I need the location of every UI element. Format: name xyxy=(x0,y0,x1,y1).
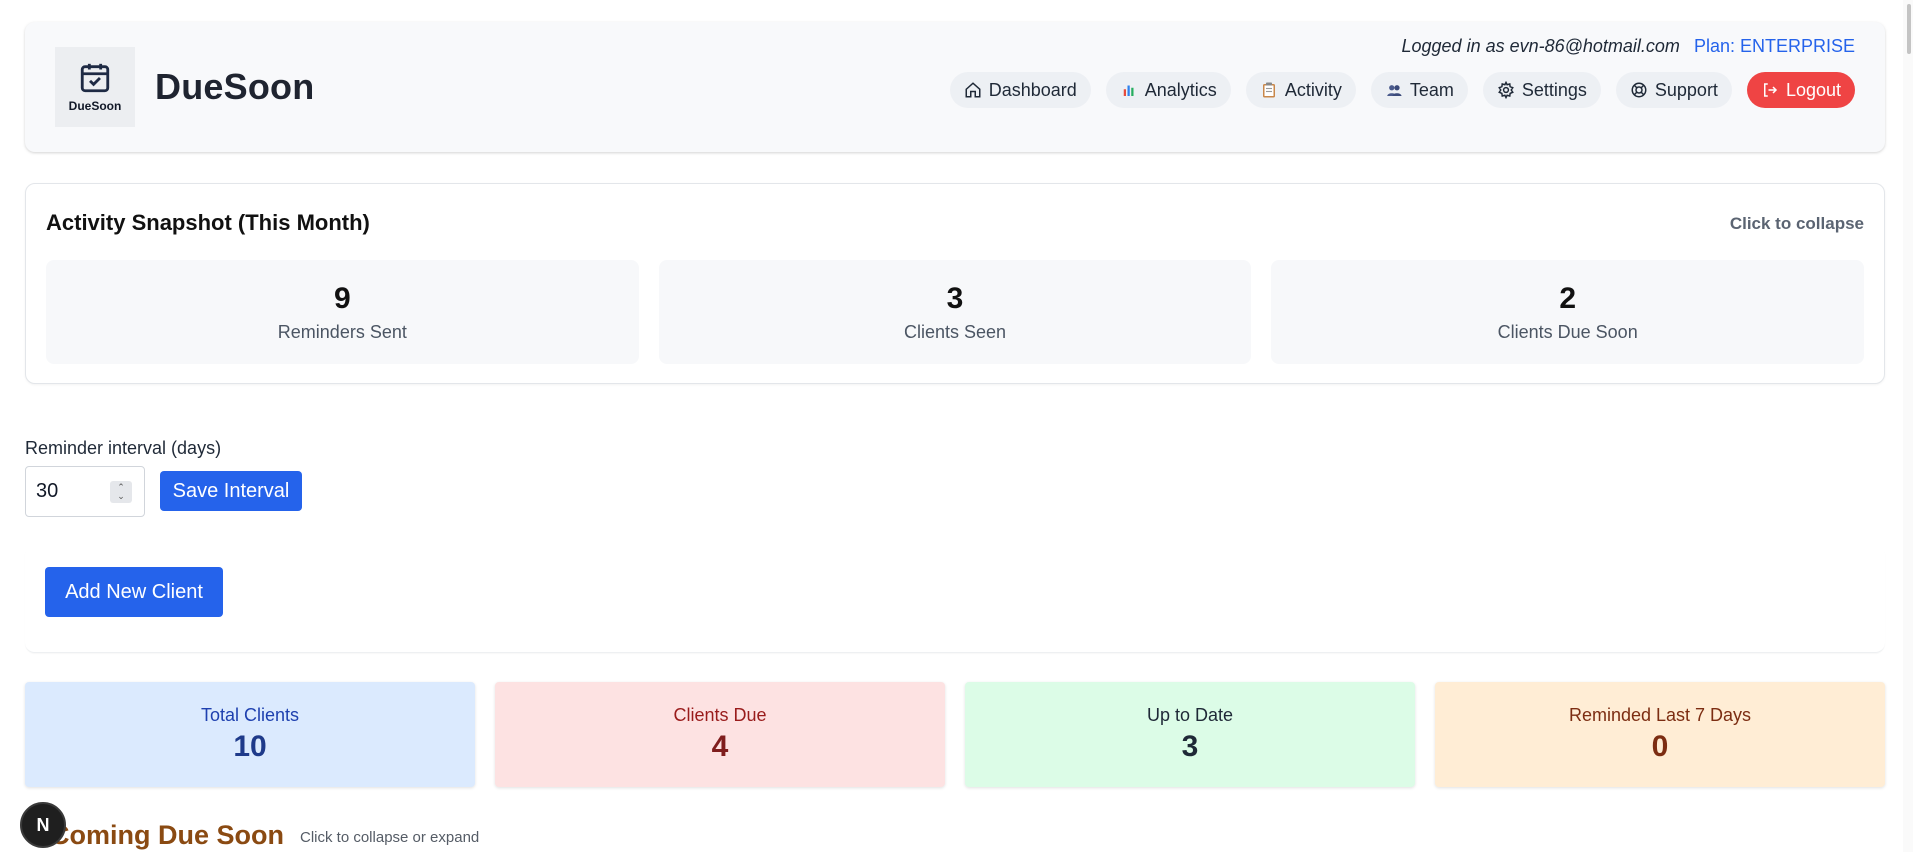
stat-value: 3 xyxy=(1181,730,1199,763)
nav-analytics[interactable]: Analytics xyxy=(1105,72,1231,108)
dev-tools-badge[interactable]: N xyxy=(20,802,66,848)
logo[interactable]: DueSoon xyxy=(55,47,135,127)
stat-label: Up to Date xyxy=(1146,705,1234,725)
scrollbar-thumb[interactable] xyxy=(1907,4,1911,54)
snapshot-value: 2 xyxy=(1559,281,1577,315)
upcoming-title[interactable]: Coming Due Soon xyxy=(50,820,284,851)
interval-label: Reminder interval (days) xyxy=(25,438,222,458)
scrollbar[interactable] xyxy=(1903,0,1913,852)
snapshot-label: Reminders Sent xyxy=(277,321,407,342)
snapshot-card-due-soon: 2 Clients Due Soon xyxy=(1271,260,1865,364)
stat-reminded-last-7-days[interactable]: Reminded Last 7 Days 0 xyxy=(1435,682,1885,787)
stat-value: 4 xyxy=(711,730,729,763)
upcoming-hint: Click to collapse or expand xyxy=(300,829,480,846)
lifebuoy-icon xyxy=(1631,82,1647,98)
people-icon xyxy=(1387,85,1402,96)
nav-dashboard[interactable]: Dashboard xyxy=(949,72,1091,108)
calendar-check-icon xyxy=(80,63,110,93)
clipboard-icon xyxy=(1262,82,1275,98)
nav-label: Logout xyxy=(1785,79,1841,100)
add-client-button[interactable]: Add New Client xyxy=(45,567,223,617)
nav-support[interactable]: Support xyxy=(1615,72,1732,108)
nav-team[interactable]: Team xyxy=(1370,72,1468,108)
stat-label: Total Clients xyxy=(200,705,300,725)
stat-label: Reminded Last 7 Days xyxy=(1568,705,1752,725)
snapshot-value: 9 xyxy=(333,281,351,315)
stat-value: 0 xyxy=(1651,730,1669,763)
nav-label: Settings xyxy=(1521,79,1587,100)
snapshot-card-reminders: 9 Reminders Sent xyxy=(46,260,639,364)
activity-snapshot[interactable]: Activity Snapshot (This Month) Click to … xyxy=(25,183,1885,384)
gear-icon xyxy=(1497,81,1514,99)
stat-clients-due[interactable]: Clients Due 4 xyxy=(495,682,945,787)
nav-label: Activity xyxy=(1284,79,1342,100)
snapshot-collapse-toggle[interactable]: Click to collapse xyxy=(1730,214,1864,234)
nav-label: Team xyxy=(1409,79,1454,100)
nav-settings[interactable]: Settings xyxy=(1482,72,1601,108)
bar-chart-icon xyxy=(1122,83,1136,97)
app-header: DueSoon DueSoon Logged in as evn-86@hotm… xyxy=(25,22,1885,152)
chevron-down-icon[interactable]: ⌄ xyxy=(117,492,125,501)
snapshot-cards: 9 Reminders Sent 3 Clients Seen 2 Client… xyxy=(46,260,1865,364)
nav-activity[interactable]: Activity xyxy=(1245,72,1356,108)
stat-up-to-date[interactable]: Up to Date 3 xyxy=(965,682,1415,787)
snapshot-label: Clients Seen xyxy=(903,321,1007,342)
snapshot-label: Clients Due Soon xyxy=(1497,321,1638,342)
stats-row: Total Clients 10 Clients Due 4 Up to Dat… xyxy=(25,682,1885,787)
logged-in-text: Logged in as evn-86@hotmail.com xyxy=(1401,36,1680,56)
user-info: Logged in as evn-86@hotmail.com Plan: EN… xyxy=(1402,36,1856,57)
logo-text: DueSoon xyxy=(68,99,122,113)
nav-label: Analytics xyxy=(1144,79,1217,100)
main-nav: Dashboard Analytics Activity Team Settin… xyxy=(949,72,1855,108)
logout-icon xyxy=(1763,83,1777,97)
logout-button[interactable]: Logout xyxy=(1746,72,1855,108)
nav-label: Dashboard xyxy=(988,79,1077,100)
snapshot-value: 3 xyxy=(946,281,964,315)
plan-badge[interactable]: Plan: ENTERPRISE xyxy=(1694,36,1855,57)
nav-label: Support xyxy=(1654,79,1718,100)
interval-value: 30 xyxy=(36,480,59,502)
stat-value: 10 xyxy=(233,730,267,763)
home-icon xyxy=(965,82,981,98)
snapshot-card-clients-seen: 3 Clients Seen xyxy=(658,260,1252,364)
snapshot-title: Activity Snapshot (This Month) xyxy=(46,210,370,235)
add-client-section: Add New Client xyxy=(25,545,1885,653)
brand-name: DueSoon xyxy=(155,66,315,107)
stat-total-clients[interactable]: Total Clients 10 xyxy=(25,682,475,787)
interval-input[interactable]: 30 ⌃ ⌄ xyxy=(25,466,145,517)
save-interval-button[interactable]: Save Interval xyxy=(160,471,302,511)
interval-stepper[interactable]: ⌃ ⌄ xyxy=(110,481,132,503)
stat-label: Clients Due xyxy=(673,705,767,725)
